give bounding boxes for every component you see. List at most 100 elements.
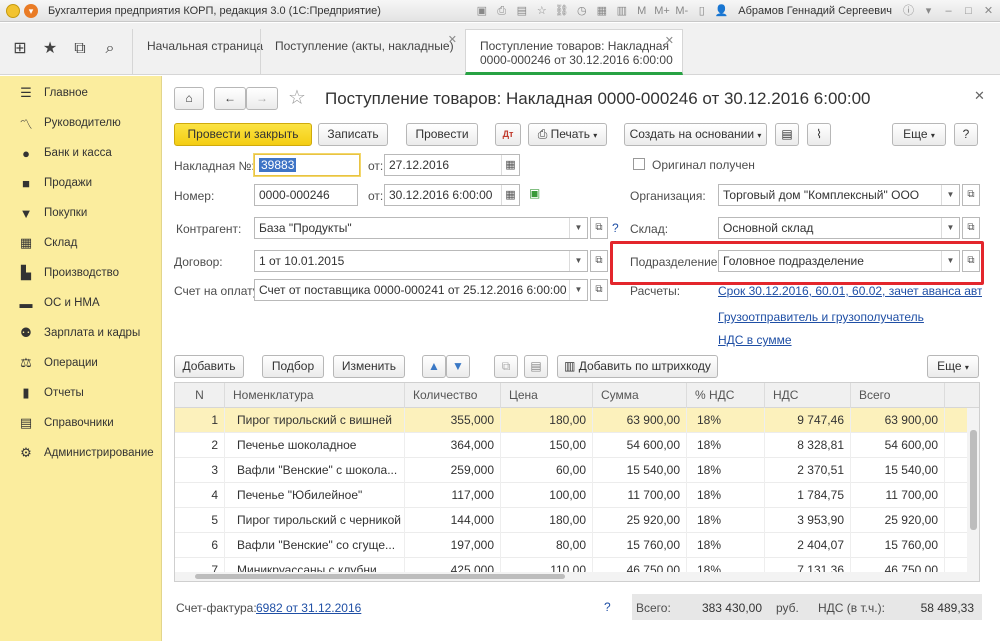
table-row[interactable]: 5 Пирог тирольский с черникой 144,000 18…	[175, 508, 969, 533]
sidebar-item-admin[interactable]: ⚙ Администрирование	[0, 438, 161, 468]
table-row[interactable]: 2 Печенье шоколадное 364,000 150,00 54 6…	[175, 433, 969, 458]
open-payment-invoice-button[interactable]: ⧉	[590, 279, 608, 301]
calculator-icon[interactable]: ▦	[594, 4, 609, 19]
close-form-icon[interactable]: ✕	[974, 88, 985, 104]
chevron-down-icon[interactable]: ▼	[569, 280, 587, 300]
tab-receipts-list[interactable]: Поступление (акты, накладные) ✕	[260, 29, 465, 75]
settlements-link[interactable]: Срок 30.12.2016, 60.01, 60.02, зачет ава…	[718, 284, 982, 298]
column-header-total[interactable]: Всего	[851, 383, 945, 408]
scroll-thumb[interactable]	[195, 574, 565, 579]
print-icon[interactable]: ⎙	[494, 4, 509, 19]
contract-field[interactable]: 1 от 10.01.2015 ▼	[254, 250, 588, 272]
more-button[interactable]: Еще ▾	[892, 123, 946, 146]
original-received-checkbox[interactable]	[633, 158, 645, 170]
debit-credit-icon[interactable]: Дт	[495, 123, 521, 146]
payment-invoice-field[interactable]: Счет от поставщика 0000-000241 от 25.12.…	[254, 279, 588, 301]
favorites-star-icon[interactable]: ★	[38, 37, 62, 61]
paste-rows-button[interactable]: ▤	[524, 355, 548, 378]
column-header-n[interactable]: N	[175, 383, 225, 408]
chevron-down-icon[interactable]: ▼	[941, 185, 959, 205]
column-header-vat[interactable]: НДС	[765, 383, 851, 408]
select-button[interactable]: Подбор	[262, 355, 324, 378]
open-department-button[interactable]: ⧉	[962, 250, 980, 272]
move-down-button[interactable]: ▼	[446, 355, 470, 378]
sidebar-item-main[interactable]: ☰ Главное	[0, 78, 161, 108]
home-button[interactable]: ⌂	[174, 87, 204, 110]
edit-button[interactable]: Изменить	[333, 355, 405, 378]
post-button[interactable]: Провести	[406, 123, 478, 146]
save-button[interactable]: Записать	[318, 123, 388, 146]
info-icon[interactable]: ⓘ	[901, 4, 916, 19]
preview-icon[interactable]: ▤	[514, 4, 529, 19]
table-row[interactable]: 3 Вафли "Венские" с шокола... 259,000 60…	[175, 458, 969, 483]
back-button[interactable]: ←	[214, 87, 246, 110]
column-header-quantity[interactable]: Количество	[405, 383, 501, 408]
column-header-vat-rate[interactable]: % НДС	[687, 383, 765, 408]
calendar-icon[interactable]: ▥	[614, 4, 629, 19]
help-button[interactable]: ?	[954, 123, 978, 146]
sidebar-item-operations[interactable]: ⚖ Операции	[0, 348, 161, 378]
table-row[interactable]: 1 Пирог тирольский с вишней 355,000 180,…	[175, 408, 969, 433]
open-contract-button[interactable]: ⧉	[590, 250, 608, 272]
counterparty-help-icon[interactable]: ?	[612, 221, 619, 235]
invoice-date-field[interactable]: 27.12.2016 ▦	[384, 154, 520, 176]
sidebar-item-salary[interactable]: ⚉ Зарплата и кадры	[0, 318, 161, 348]
user-name[interactable]: Абрамов Геннадий Сергеевич	[738, 5, 892, 17]
sidebar-item-reports[interactable]: ▮ Отчеты	[0, 378, 161, 408]
sidebar-item-catalogs[interactable]: ▤ Справочники	[0, 408, 161, 438]
main-menu-icon[interactable]: ▾	[24, 3, 38, 18]
maximize-icon[interactable]: □	[961, 4, 976, 19]
memory-m-button[interactable]: M	[634, 4, 649, 19]
table-row[interactable]: 4 Печенье "Юбилейное" 117,000 100,00 11 …	[175, 483, 969, 508]
tab-home[interactable]: Начальная страница	[132, 29, 263, 75]
shipper-consignee-link[interactable]: Грузоотправитель и грузополучатель	[718, 310, 924, 324]
add-row-button[interactable]: Добавить	[174, 355, 244, 378]
column-header-price[interactable]: Цена	[501, 383, 593, 408]
favorite-star-icon[interactable]: ☆	[288, 85, 306, 110]
tax-invoice-link[interactable]: 6982 от 31.12.2016	[256, 601, 361, 615]
vat-in-sum-link[interactable]: НДС в сумме	[718, 333, 792, 347]
sidebar-item-production[interactable]: ▙ Производство	[0, 258, 161, 288]
calendar-icon[interactable]: ▦	[501, 185, 519, 205]
history-icon[interactable]: ◷	[574, 4, 589, 19]
open-organization-button[interactable]: ⧉	[962, 184, 980, 206]
sidebar-item-assets[interactable]: ▬ ОС и НМА	[0, 288, 161, 318]
add-by-barcode-button[interactable]: ▥ Добавить по штрихкоду	[557, 355, 718, 378]
scroll-thumb[interactable]	[970, 430, 977, 530]
open-counterparty-button[interactable]: ⧉	[590, 217, 608, 239]
forward-button[interactable]: →	[246, 87, 278, 110]
dropdown-icon[interactable]: ▾	[921, 4, 936, 19]
favorites-icon[interactable]: ☆	[534, 4, 549, 19]
panel-icon[interactable]: ▯	[694, 4, 709, 19]
calendar-icon[interactable]: ▦	[501, 155, 519, 175]
horizontal-scrollbar[interactable]	[175, 572, 969, 581]
close-icon[interactable]: ✕	[665, 34, 674, 48]
sidebar-item-bank[interactable]: ● Банк и касса	[0, 138, 161, 168]
memory-mplus-button[interactable]: M+	[654, 4, 670, 19]
status-icon[interactable]: ▣	[529, 186, 540, 200]
move-up-button[interactable]: ▲	[422, 355, 446, 378]
chevron-down-icon[interactable]: ▼	[941, 218, 959, 238]
copy-rows-button[interactable]: ⧉	[494, 355, 518, 378]
sidebar-item-manager[interactable]: 〽 Руководителю	[0, 108, 161, 138]
department-field[interactable]: Головное подразделение ▼	[718, 250, 960, 272]
table-row[interactable]: 6 Вафли "Венские" со сгуще... 197,000 80…	[175, 533, 969, 558]
invoice-number-field[interactable]: 39883	[254, 154, 360, 176]
counterparty-field[interactable]: База "Продукты" ▼	[254, 217, 588, 239]
chevron-down-icon[interactable]: ▼	[941, 251, 959, 271]
doc-date-field[interactable]: 30.12.2016 6:00:00 ▦	[384, 184, 520, 206]
open-warehouse-button[interactable]: ⧉	[962, 217, 980, 239]
chevron-down-icon[interactable]: ▼	[569, 218, 587, 238]
organization-field[interactable]: Торговый дом "Комплексный" ООО ▼	[718, 184, 960, 206]
attachments-button[interactable]: ⌇	[807, 123, 831, 146]
table-more-button[interactable]: Еще ▾	[927, 355, 979, 378]
warehouse-field[interactable]: Основной склад ▼	[718, 217, 960, 239]
search-icon[interactable]: ⌕	[98, 37, 122, 61]
link-icon[interactable]: ⛓	[554, 4, 569, 19]
memory-mminus-button[interactable]: M-	[674, 4, 689, 19]
report-structure-button[interactable]: ▤	[775, 123, 799, 146]
create-based-on-button[interactable]: Создать на основании ▾	[624, 123, 767, 146]
close-icon[interactable]: ✕	[448, 33, 457, 46]
minimize-icon[interactable]: –	[941, 4, 956, 19]
sidebar-item-sales[interactable]: ■ Продажи	[0, 168, 161, 198]
